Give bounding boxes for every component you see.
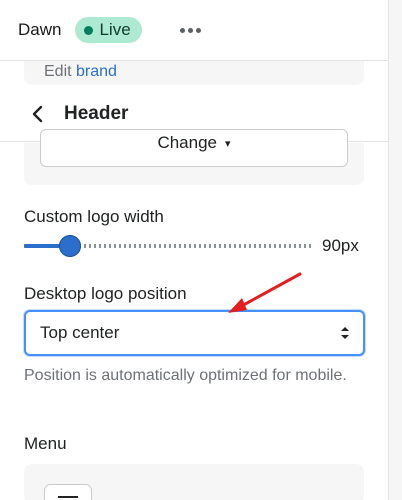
desktop-logo-position-label: Desktop logo position <box>24 284 187 303</box>
top-bar: Dawn Live <box>0 0 388 60</box>
brand-link[interactable]: brand <box>76 63 117 80</box>
theme-name: Dawn <box>18 20 62 39</box>
live-dot-icon <box>84 25 94 35</box>
page-title: Header <box>64 102 129 124</box>
edit-prefix: Edit <box>44 63 72 80</box>
slider-value: 90px <box>322 236 359 255</box>
menu-label: Menu <box>24 434 67 453</box>
chevron-left-icon[interactable] <box>26 102 50 126</box>
menu-card <box>24 464 364 500</box>
select-arrows-icon <box>341 327 349 339</box>
status-badge-label: Live <box>99 20 131 39</box>
select-value: Top center <box>40 323 120 342</box>
scrollbar-gutter <box>388 0 402 500</box>
theme-editor-panel: Dawn Live Edit brand Header Change ▾ Cus… <box>0 0 402 500</box>
status-badge: Live <box>75 17 142 43</box>
change-button-label: Change <box>157 133 218 152</box>
logo-card: Change ▾ <box>24 129 364 185</box>
help-text: Position is automatically optimized for … <box>24 367 347 384</box>
logo-position-select[interactable]: Top center <box>24 310 365 356</box>
caret-down-icon: ▾ <box>225 138 231 150</box>
more-horizontal-icon[interactable] <box>179 27 201 33</box>
annotation-arrow-icon <box>228 272 302 313</box>
logo-width-slider[interactable] <box>24 235 314 257</box>
slider-thumb[interactable] <box>59 235 81 257</box>
custom-logo-width-label: Custom logo width <box>24 207 164 226</box>
edit-brand-text: Edit brand <box>44 63 117 81</box>
menu-icon[interactable] <box>44 484 92 500</box>
change-logo-button[interactable]: Change ▾ <box>40 129 348 167</box>
